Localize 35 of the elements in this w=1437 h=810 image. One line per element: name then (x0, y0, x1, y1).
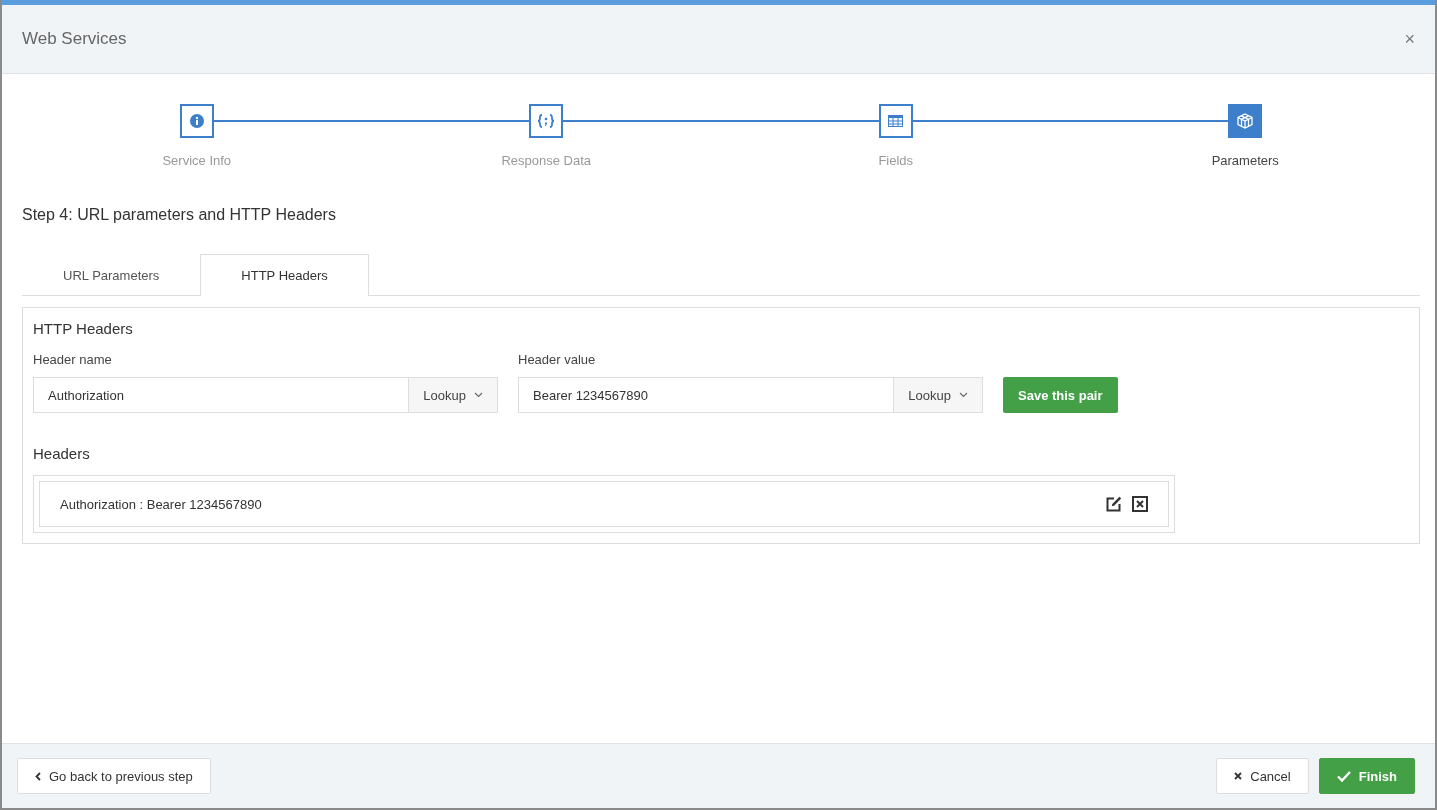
header-text: Authorization : Bearer 1234567890 (60, 496, 262, 512)
chevron-left-icon (35, 771, 41, 781)
info-icon (189, 114, 204, 128)
cancel-button[interactable]: Cancel (1216, 758, 1309, 794)
step-marker[interactable] (529, 104, 564, 138)
step-marker[interactable] (1228, 104, 1263, 138)
step-label: Service Info (162, 153, 232, 168)
delete-icon[interactable] (1132, 496, 1148, 512)
table-icon (888, 115, 904, 127)
caret-icon (474, 392, 483, 398)
cube-icon (1237, 113, 1254, 129)
tab[interactable]: HTTP Headers (200, 254, 369, 296)
lookup-button[interactable]: Lookup (894, 377, 983, 413)
lookup-button[interactable]: Lookup (409, 377, 498, 413)
panel-title: HTTP Headers (33, 320, 134, 337)
tab[interactable]: URL Parameters (22, 254, 201, 296)
field-label: Header value (518, 352, 597, 367)
input-field[interactable]: Authorization (33, 377, 410, 413)
step-marker[interactable] (878, 104, 913, 138)
code-braces-icon (537, 114, 556, 128)
field-label: Header name (33, 352, 113, 367)
close-button[interactable]: × (1404, 28, 1415, 50)
back-button[interactable]: Go back to previous step (17, 758, 211, 794)
step-label: Response Data (501, 153, 592, 168)
check-icon (1336, 770, 1351, 782)
step-label: Parameters (1211, 153, 1279, 168)
caret-icon (959, 392, 968, 398)
window-title: Web Services (22, 29, 127, 49)
input-field[interactable]: Bearer 1234567890 (518, 377, 895, 413)
edit-icon[interactable] (1106, 496, 1122, 512)
close-icon (1234, 772, 1243, 780)
list-title: Headers (33, 445, 91, 462)
step-heading: Step 4: URL parameters and HTTP Headers (22, 206, 337, 224)
step-marker[interactable] (179, 104, 214, 138)
step-label: Fields (878, 153, 914, 168)
